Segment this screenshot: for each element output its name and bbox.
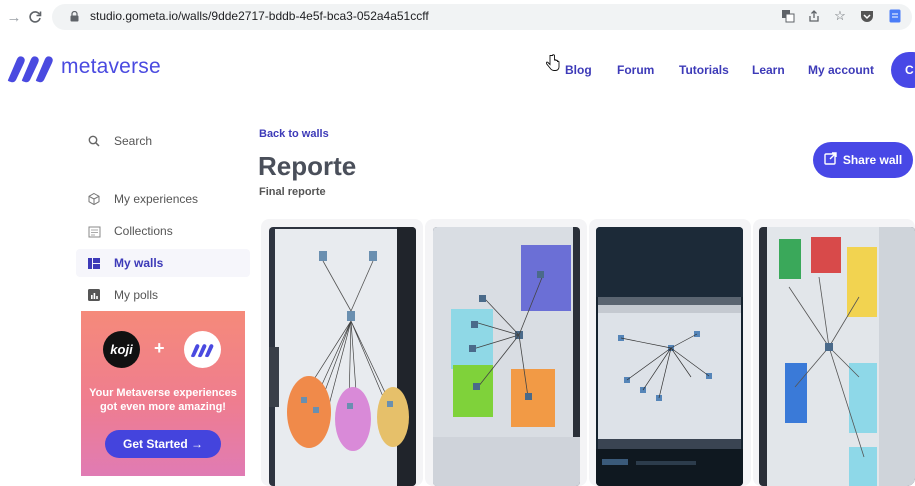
screen-photo-3[interactable] bbox=[596, 227, 743, 486]
share-wall-button[interactable]: Share wall bbox=[813, 142, 913, 178]
collection-icon bbox=[80, 225, 108, 238]
sidebar-item-label: My experiences bbox=[114, 192, 199, 206]
wall-card[interactable] bbox=[425, 219, 587, 486]
nav-tutorials[interactable]: Tutorials bbox=[679, 63, 729, 77]
lock-icon[interactable] bbox=[70, 9, 79, 22]
reload-icon[interactable] bbox=[25, 7, 45, 27]
forward-icon[interactable]: → bbox=[4, 7, 24, 27]
plus-sign: + bbox=[154, 338, 165, 358]
page-subtitle: Final reporte bbox=[259, 186, 326, 198]
browser-toolbar: → studio.gometa.io/walls/9dde2717-bddb-4… bbox=[0, 0, 915, 34]
hand-cursor-icon bbox=[546, 54, 560, 71]
whiteboard-photo-4[interactable] bbox=[759, 227, 915, 486]
nav-blog[interactable]: Blog bbox=[565, 63, 592, 77]
get-started-button[interactable]: Get Started → bbox=[105, 430, 221, 458]
grid-icon bbox=[80, 257, 108, 269]
document-extension-icon[interactable] bbox=[886, 7, 904, 25]
nav-my-account[interactable]: My account bbox=[808, 63, 874, 77]
translate-icon[interactable] bbox=[779, 7, 797, 25]
metaverse-logo-icon[interactable] bbox=[6, 53, 58, 83]
koji-promo-banner: koji + Your Metaverse experiences got ev… bbox=[81, 311, 245, 476]
wall-card[interactable] bbox=[753, 219, 915, 486]
sidebar-item-label: My polls bbox=[114, 288, 159, 302]
sidebar-item-label: Search bbox=[114, 134, 153, 148]
share-icon[interactable] bbox=[805, 7, 823, 25]
wall-card[interactable] bbox=[261, 219, 423, 486]
sidebar-item-search[interactable]: Search bbox=[76, 127, 250, 155]
cube-icon bbox=[80, 192, 108, 206]
share-external-icon bbox=[824, 152, 837, 168]
wall-card[interactable] bbox=[589, 219, 751, 486]
page-title: Reporte bbox=[258, 151, 357, 181]
back-to-walls-link[interactable]: Back to walls bbox=[259, 128, 329, 140]
sidebar-item-my-experiences[interactable]: My experiences bbox=[76, 185, 250, 213]
search-icon bbox=[80, 135, 108, 147]
network-diagram-photo-2[interactable] bbox=[433, 227, 580, 486]
pocket-extension-icon[interactable] bbox=[858, 7, 876, 25]
promo-text: Your Metaverse experiences got even more… bbox=[89, 387, 237, 413]
sidebar-item-my-walls[interactable]: My walls bbox=[76, 249, 250, 277]
sidebar-item-collections[interactable]: Collections bbox=[76, 217, 250, 245]
share-wall-label: Share wall bbox=[842, 153, 903, 167]
chart-icon bbox=[80, 289, 108, 301]
nav-forum[interactable]: Forum bbox=[617, 63, 654, 77]
sidebar-item-label: Collections bbox=[114, 224, 173, 238]
sidebar-item-my-polls[interactable]: My polls bbox=[76, 281, 250, 309]
koji-logo-icon: koji bbox=[103, 331, 140, 368]
logo-text[interactable]: metaverse bbox=[61, 55, 161, 79]
url-text[interactable]: studio.gometa.io/walls/9dde2717-bddb-4e5… bbox=[90, 9, 429, 23]
nav-learn[interactable]: Learn bbox=[752, 63, 785, 77]
sidebar-item-label: My walls bbox=[114, 256, 164, 270]
network-diagram-photo-1[interactable] bbox=[269, 227, 416, 486]
bookmark-star-icon[interactable]: ☆ bbox=[831, 7, 849, 25]
create-button[interactable]: C bbox=[891, 52, 915, 88]
metaverse-badge-icon bbox=[184, 331, 221, 368]
